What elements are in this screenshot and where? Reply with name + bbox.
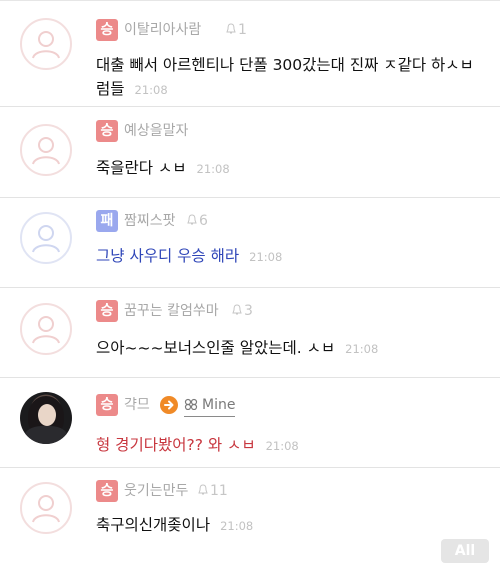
comment-item[interactable]: 승 갹므 Mine 형 경기다봤어?? 와 ㅅㅂ 21:08 — [0, 378, 500, 468]
comment-item[interactable]: 승 웃기는만두 11 축구의신개좆이나 21:08 — [0, 468, 500, 555]
like-count[interactable]: 3 — [232, 300, 253, 322]
comment-body: 죽을란다 ㅅㅂ — [96, 159, 187, 177]
default-avatar-icon[interactable] — [20, 18, 72, 70]
like-count[interactable]: 11 — [198, 480, 228, 502]
comment-item[interactable]: 패 짬찌스팟 6 그냥 사우디 우승 해라 21:08 — [0, 198, 500, 288]
comment-item[interactable]: 승 예상을말자 죽을란다 ㅅㅂ 21:08 — [0, 107, 500, 198]
default-avatar-icon[interactable] — [20, 482, 72, 534]
default-avatar-icon[interactable] — [20, 303, 72, 355]
comment-list: 승 이탈리아사람 1 대출 빼서 아르헨티나 단폴 300갔는대 진짜 ㅈ같다 … — [0, 0, 500, 563]
comment-item[interactable]: 승 이탈리아사람 1 대출 빼서 아르헨티나 단폴 300갔는대 진짜 ㅈ같다 … — [0, 0, 500, 107]
bell-icon — [198, 484, 208, 495]
nickname[interactable]: 꿈꾸는 칼엄쑤마 — [124, 300, 219, 322]
bell-icon — [187, 214, 197, 225]
comment-time: 21:08 — [249, 250, 283, 264]
nickname[interactable]: 갹므 — [124, 394, 150, 416]
vote-badge: 승 — [96, 394, 118, 416]
comment-time: 21:08 — [220, 519, 254, 533]
all-button[interactable]: All — [441, 539, 489, 563]
avatar-face — [38, 404, 56, 426]
comment-text: 대출 빼서 아르헨티나 단폴 300갔는대 진짜 ㅈ같다 하ㅅㅂ럼들 21:08 — [96, 53, 476, 102]
default-avatar-icon[interactable] — [20, 124, 72, 176]
link-icon — [184, 398, 198, 411]
nickname[interactable]: 예상을말자 — [124, 120, 188, 142]
bell-icon — [232, 304, 242, 315]
bell-icon — [226, 23, 236, 34]
comment-text: 죽을란다 ㅅㅂ 21:08 — [96, 156, 476, 181]
comment-time: 21:08 — [265, 439, 299, 453]
comment-text: 으아~~~보너스인줄 알았는데. ㅅㅂ 21:08 — [96, 336, 476, 361]
arrow-right-icon — [160, 396, 178, 414]
comment-text: 형 경기다봤어?? 와 ㅅㅂ 21:08 — [96, 433, 476, 458]
mine-link[interactable]: Mine — [184, 394, 236, 417]
vote-badge: 승 — [96, 300, 118, 322]
comment-item[interactable]: 승 꿈꾸는 칼엄쑤마 3 으아~~~보너스인줄 알았는데. ㅅㅂ 21:08 — [0, 288, 500, 378]
vote-badge: 승 — [96, 19, 118, 41]
comment-body: 축구의신개좆이나 — [96, 516, 211, 534]
comment-time: 21:08 — [134, 83, 168, 97]
nickname[interactable]: 웃기는만두 — [124, 480, 188, 502]
vote-badge: 승 — [96, 120, 118, 142]
mine-label: Mine — [202, 397, 236, 413]
comment-body: 형 경기다봤어?? 와 ㅅㅂ — [96, 436, 256, 454]
comment-body: 그냥 사우디 우승 해라 — [96, 247, 240, 265]
default-avatar-icon[interactable] — [20, 212, 72, 264]
like-count[interactable]: 6 — [187, 210, 208, 232]
comment-time: 21:08 — [345, 342, 379, 356]
comment-text: 축구의신개좆이나 21:08 — [96, 513, 476, 538]
vote-badge: 패 — [96, 210, 118, 232]
avatar-body — [24, 426, 68, 444]
profile-photo-avatar[interactable] — [20, 392, 72, 444]
comment-text: 그냥 사우디 우승 해라 21:08 — [96, 244, 476, 269]
comment-time: 21:08 — [196, 162, 230, 176]
like-count[interactable]: 1 — [226, 19, 247, 41]
nickname[interactable]: 이탈리아사람 — [124, 19, 201, 41]
nickname[interactable]: 짬찌스팟 — [124, 210, 176, 232]
comment-body: 으아~~~보너스인줄 알았는데. ㅅㅂ — [96, 339, 336, 357]
vote-badge: 승 — [96, 480, 118, 502]
